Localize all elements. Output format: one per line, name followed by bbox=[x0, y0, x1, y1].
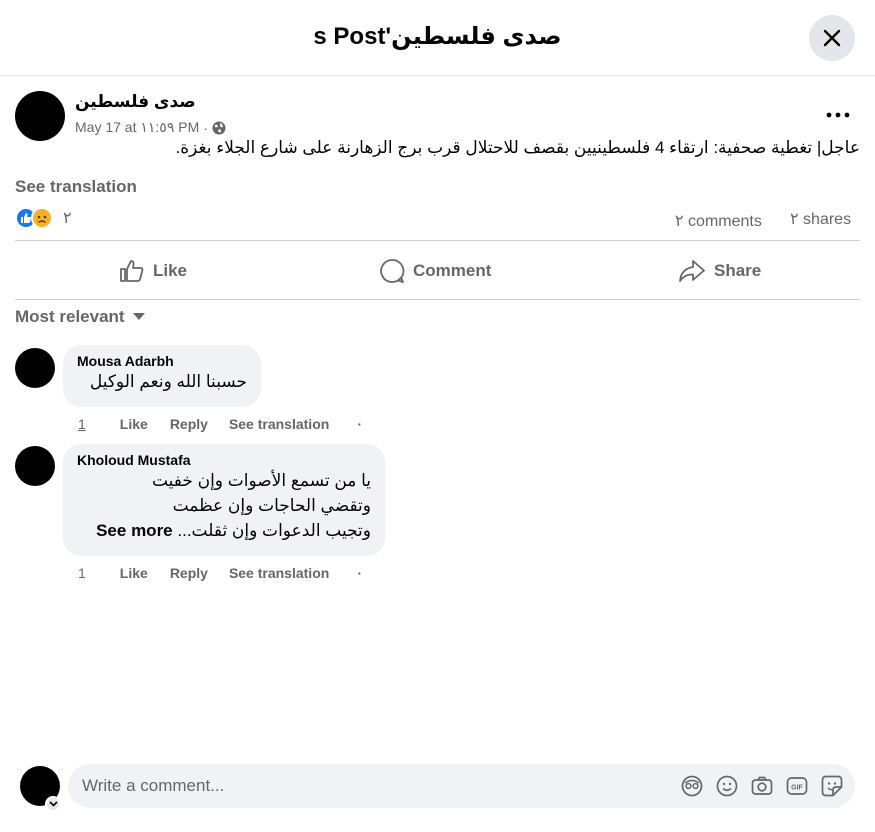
comment-line: يا من تسمع الأصوات وإن خفيت bbox=[151, 471, 371, 490]
avatar-icon bbox=[681, 775, 702, 796]
reactions-count[interactable]: ٢ bbox=[63, 208, 72, 228]
sticker-icon bbox=[821, 775, 842, 796]
comment-translate-link[interactable]: See translation bbox=[229, 565, 329, 581]
comment-bubble: Kholoud Mustafa يا من تسمع الأصوات وإن خ… bbox=[63, 444, 385, 556]
emoji-icon bbox=[716, 775, 737, 796]
comment-reply-button[interactable]: Reply bbox=[170, 416, 208, 432]
dialog-header: s Post'صدى فلسطين bbox=[0, 0, 875, 76]
emoji-button[interactable] bbox=[715, 774, 738, 797]
more-icon bbox=[826, 112, 850, 118]
comments-count[interactable]: ٢ comments bbox=[675, 209, 775, 235]
shares-count[interactable]: ٢ shares bbox=[790, 209, 851, 229]
composer-tools: GIF bbox=[680, 774, 843, 797]
avatar-sticker-button[interactable] bbox=[680, 774, 703, 797]
page-avatar[interactable] bbox=[15, 91, 65, 141]
gif-button[interactable]: GIF bbox=[785, 774, 808, 797]
see-more-link[interactable]: See more bbox=[96, 521, 173, 540]
comment-line: وتجيب الدعوات وإن ثقلت... bbox=[177, 521, 371, 540]
action-bar: Like Comment Share bbox=[15, 240, 860, 300]
avatar-menu-button[interactable] bbox=[45, 796, 61, 812]
globe-icon bbox=[212, 121, 226, 134]
caret-down-icon bbox=[132, 313, 145, 320]
comment-author[interactable]: Kholoud Mustafa bbox=[77, 452, 371, 468]
commenter-avatar[interactable] bbox=[15, 348, 55, 388]
camera-icon bbox=[751, 776, 772, 795]
post-dialog: s Post'صدى فلسطين صدى فلسطين May 17 at ١… bbox=[0, 0, 875, 832]
comment-translate-link[interactable]: See translation bbox=[229, 416, 329, 432]
svg-text:GIF: GIF bbox=[791, 784, 803, 791]
comment-reply-button[interactable]: Reply bbox=[170, 565, 208, 581]
close-icon bbox=[823, 29, 841, 47]
dialog-title: s Post'صدى فلسطين bbox=[313, 23, 562, 50]
reactions-summary[interactable]: ٢ bbox=[15, 207, 72, 229]
comment-composer: GIF bbox=[68, 764, 855, 808]
comment-icon bbox=[380, 259, 405, 283]
sort-label: Most relevant bbox=[15, 307, 125, 326]
comment-time[interactable]: 1 bbox=[78, 416, 86, 432]
comment-button[interactable]: Comment bbox=[379, 251, 491, 291]
commenter-avatar[interactable] bbox=[15, 446, 55, 486]
comment-actions: 1 Like Reply See translation · bbox=[78, 416, 362, 432]
like-button[interactable]: Like bbox=[119, 251, 187, 291]
comment-like-button[interactable]: Like bbox=[120, 416, 148, 432]
photo-button[interactable] bbox=[750, 774, 773, 797]
share-button[interactable]: Share bbox=[678, 251, 761, 291]
comment-text: حسبنا الله ونعم الوكيل bbox=[89, 372, 247, 391]
post-meta: May 17 at ١١:٥٩ PM · bbox=[75, 119, 226, 136]
sad-reaction-icon bbox=[31, 207, 53, 229]
sticker-button[interactable] bbox=[820, 774, 843, 797]
chevron-down-icon bbox=[48, 801, 58, 807]
comment-label: Comment bbox=[413, 261, 492, 280]
comment-input[interactable] bbox=[82, 764, 662, 808]
share-label: Share bbox=[714, 261, 762, 280]
post-timestamp[interactable]: May 17 at ١١:٥٩ PM bbox=[75, 119, 199, 136]
see-translation-link[interactable]: See translation bbox=[15, 177, 137, 197]
comment-separator: · bbox=[357, 416, 362, 432]
comment-line: وتقضي الحاجات وإن عظمت bbox=[172, 496, 371, 515]
sort-comments-button[interactable]: Most relevant bbox=[15, 307, 145, 327]
gif-icon: GIF bbox=[786, 776, 807, 795]
post-text: عاجل| تغطية صحفية: ارتقاء 4 فلسطينيين بق… bbox=[175, 138, 860, 157]
comment-author[interactable]: Mousa Adarbh bbox=[77, 353, 247, 369]
close-button[interactable] bbox=[809, 15, 855, 61]
page-name[interactable]: صدى فلسطين bbox=[75, 92, 196, 112]
more-options-button[interactable] bbox=[823, 100, 853, 130]
thumbs-up-icon bbox=[120, 260, 144, 282]
comment-bubble: Mousa Adarbh حسبنا الله ونعم الوكيل bbox=[63, 345, 261, 407]
like-label: Like bbox=[153, 261, 188, 280]
meta-separator: · bbox=[203, 119, 208, 136]
comment-actions: 1 Like Reply See translation · bbox=[78, 565, 362, 581]
comment-time[interactable]: 1 bbox=[78, 565, 86, 581]
comment-line-with-more: وتجيب الدعوات وإن ثقلت... See more bbox=[77, 518, 371, 543]
comment-like-button[interactable]: Like bbox=[120, 565, 148, 581]
comment-separator: · bbox=[357, 565, 362, 581]
share-icon bbox=[679, 260, 705, 282]
